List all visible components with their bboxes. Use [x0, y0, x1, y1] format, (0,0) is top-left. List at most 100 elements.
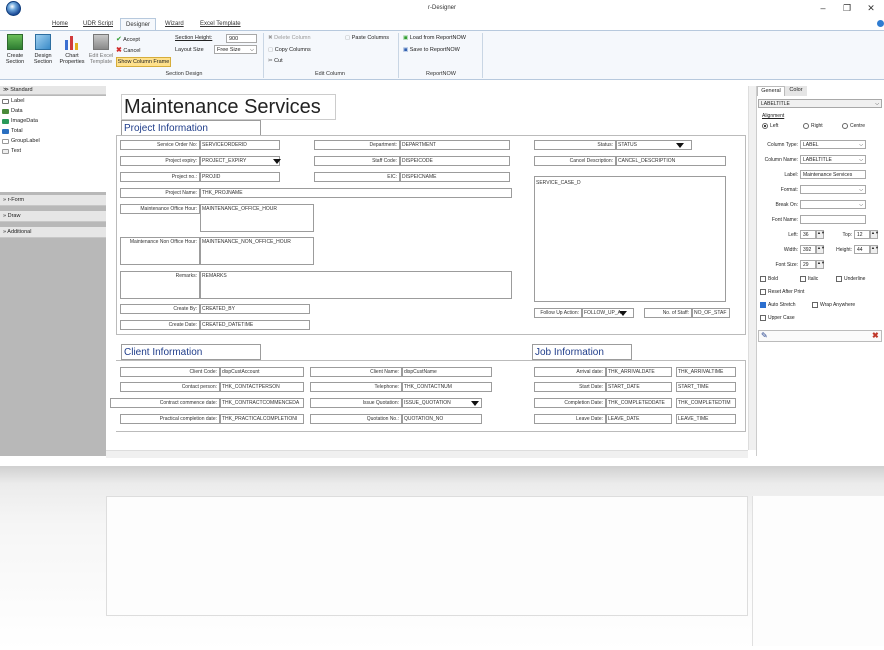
field-value-project-expiry[interactable]: PROJECT_EXPIRY — [200, 156, 280, 166]
load-from-reportnow-button[interactable]: ▣ Load from ReportNOW — [403, 35, 466, 41]
field-value-project-no[interactable]: PROJID — [200, 172, 280, 182]
report-canvas[interactable]: Maintenance Services Project Information… — [106, 86, 748, 450]
break-on-select[interactable] — [800, 200, 866, 209]
field-value-project-name[interactable]: THK_PROJNAME — [200, 188, 512, 198]
save-to-reportnow-button[interactable]: ▣ Save to ReportNOW — [403, 47, 460, 53]
tool-label[interactable]: Label — [2, 97, 24, 106]
canvas-vertical-scrollbar[interactable] — [748, 86, 756, 450]
toolbox-additional-header[interactable]: » Additional — [0, 227, 106, 238]
tab-color[interactable]: Color — [785, 86, 807, 96]
field-label-project-expiry[interactable]: Project expiry: — [120, 156, 200, 166]
align-right-radio[interactable] — [803, 123, 809, 129]
top-input[interactable]: 12 — [854, 230, 870, 239]
show-column-frame-button[interactable]: Show Column Frame — [116, 57, 171, 67]
layout-size-select[interactable]: Free Size ⌵ — [214, 45, 257, 54]
field-value-start-time[interactable]: START_TIME — [676, 382, 736, 392]
pen-icon[interactable]: ✎ — [761, 331, 768, 340]
field-label-client-code[interactable]: Client Code: — [120, 367, 220, 377]
left-input[interactable]: 36 — [800, 230, 816, 239]
field-value-department[interactable]: DEPARTMENT — [400, 140, 510, 150]
field-value-staff-code[interactable]: DISPEICODE — [400, 156, 510, 166]
field-value-maint-non-office[interactable]: MAINTENANCE_NON_OFFICE_HOUR — [200, 237, 314, 265]
field-value-issue-quotation[interactable]: ISSUE_QUOTATION — [402, 398, 482, 408]
field-value-contract-commence[interactable]: THK_CONTRACTCOMMENCEDA — [220, 398, 304, 408]
tab-home[interactable]: Home — [52, 21, 68, 27]
field-label-staff-code[interactable]: Staff Code: — [314, 156, 400, 166]
accept-button[interactable]: ✔ Accept — [116, 35, 140, 43]
field-label-project-no[interactable]: Project no.: — [120, 172, 200, 182]
field-value-cancel-desc[interactable]: CANCEL_DESCRIPTION — [616, 156, 726, 166]
field-label-contract-commence[interactable]: Contract commence date: — [110, 398, 220, 408]
field-label-create-date[interactable]: Create Date: — [120, 320, 200, 330]
tool-imagedata[interactable]: ImageData — [2, 117, 38, 126]
font-size-spinner[interactable]: ▲▼ — [816, 260, 825, 269]
design-section-button[interactable]: Design Section — [30, 34, 56, 70]
field-label-telephone[interactable]: Telephone: — [310, 382, 402, 392]
report-title[interactable]: Maintenance Services — [121, 94, 336, 120]
width-spinner[interactable]: ▲▼ — [816, 245, 825, 254]
label-input[interactable]: Maintenance Services — [800, 170, 866, 179]
field-label-completion-date[interactable]: Completion Date: — [534, 398, 606, 408]
minimize-button[interactable]: – — [816, 3, 830, 14]
job-info-header[interactable]: Job Information — [532, 344, 632, 360]
font-name-input[interactable] — [800, 215, 866, 224]
align-left-radio[interactable] — [762, 123, 768, 129]
field-label-department[interactable]: Department: — [314, 140, 400, 150]
field-label-maint-office[interactable]: Maintenance Office Hour: — [120, 204, 200, 214]
tab-general[interactable]: General — [757, 86, 785, 96]
bold-checkbox[interactable] — [760, 276, 766, 282]
field-value-practical-completion[interactable]: THK_PRACTICALCOMPLETIONI — [220, 414, 304, 424]
toolbox-standard-header[interactable]: ≫ Standard — [0, 86, 106, 95]
tool-grouplabel[interactable]: GroupLabel — [2, 137, 40, 146]
field-value-quotation-no[interactable]: QUOTATION_NO — [402, 414, 482, 424]
left-spinner[interactable]: ▲▼ — [816, 230, 825, 239]
width-input[interactable]: 392 — [800, 245, 816, 254]
create-section-button[interactable]: Create Section — [2, 34, 28, 70]
height-input[interactable]: 44 — [854, 245, 870, 254]
tool-data[interactable]: Data — [2, 107, 23, 116]
field-value-create-date[interactable]: CREATED_DATETIME — [200, 320, 310, 330]
tool-total[interactable]: Total — [2, 127, 23, 136]
height-spinner[interactable]: ▲▼ — [870, 245, 879, 254]
toolbox-rform-header[interactable]: » r-Form — [0, 195, 106, 206]
field-label-cancel-desc[interactable]: Cancel Description: — [534, 156, 616, 166]
auto-stretch-checkbox[interactable] — [760, 302, 766, 308]
wrap-anywhere-checkbox[interactable] — [812, 302, 818, 308]
field-value-completion-date[interactable]: THK_COMPLETEDDATE — [606, 398, 672, 408]
tab-udr-script[interactable]: UDR Script — [83, 21, 113, 27]
field-value-completion-time[interactable]: THK_COMPLETEDTIM — [676, 398, 736, 408]
field-label-project-name[interactable]: Project Name: — [120, 188, 200, 198]
field-value-service-case[interactable]: SERVICE_CASE_D — [534, 176, 726, 302]
field-value-eic[interactable]: DISPEICNAME — [400, 172, 510, 182]
canvas-horizontal-scrollbar[interactable] — [106, 450, 748, 458]
field-value-no-of-staff[interactable]: NO_OF_STAF — [692, 308, 730, 318]
field-label-client-name[interactable]: Client Name: — [310, 367, 402, 377]
help-icon[interactable] — [877, 20, 884, 27]
field-label-create-by[interactable]: Create By: — [120, 304, 200, 314]
font-size-input[interactable]: 29 — [800, 260, 816, 269]
field-label-leave-date[interactable]: Leave Date: — [534, 414, 606, 424]
close-button[interactable]: ✕ — [864, 3, 878, 14]
underline-checkbox[interactable] — [836, 276, 842, 282]
italic-checkbox[interactable] — [800, 276, 806, 282]
field-label-maint-non-office[interactable]: Maintenance Non Office Hour: — [120, 237, 200, 265]
edit-excel-template-button[interactable]: Edit Excel Template — [88, 34, 114, 70]
field-label-remarks[interactable]: Remarks: — [120, 271, 200, 299]
field-value-contact-person[interactable]: THK_CONTACTPERSON — [220, 382, 304, 392]
top-spinner[interactable]: ▲▼ — [870, 230, 879, 239]
field-label-service-order[interactable]: Service Order No: — [120, 140, 200, 150]
client-info-header[interactable]: Client Information — [121, 344, 261, 360]
cut-button[interactable]: ✂ Cut — [268, 58, 283, 64]
tab-wizard[interactable]: Wizard — [165, 21, 184, 27]
field-value-start-date[interactable]: START_DATE — [606, 382, 672, 392]
field-value-remarks[interactable]: REMARKS — [200, 271, 512, 299]
project-info-header[interactable]: Project Information — [121, 120, 261, 136]
toolbox-draw-header[interactable]: » Draw — [0, 211, 106, 222]
field-value-telephone[interactable]: THK_CONTACTNUM — [402, 382, 492, 392]
component-select[interactable]: LABELTITLE — [758, 99, 882, 108]
field-value-service-order[interactable]: SERVICEORDERID — [200, 140, 280, 150]
field-value-client-code[interactable]: dispCustAccount — [220, 367, 304, 377]
tab-excel-template[interactable]: Excel Template — [200, 21, 241, 27]
field-value-leave-time[interactable]: LEAVE_TIME — [676, 414, 736, 424]
field-label-practical-completion[interactable]: Practical completion date: — [120, 414, 220, 424]
